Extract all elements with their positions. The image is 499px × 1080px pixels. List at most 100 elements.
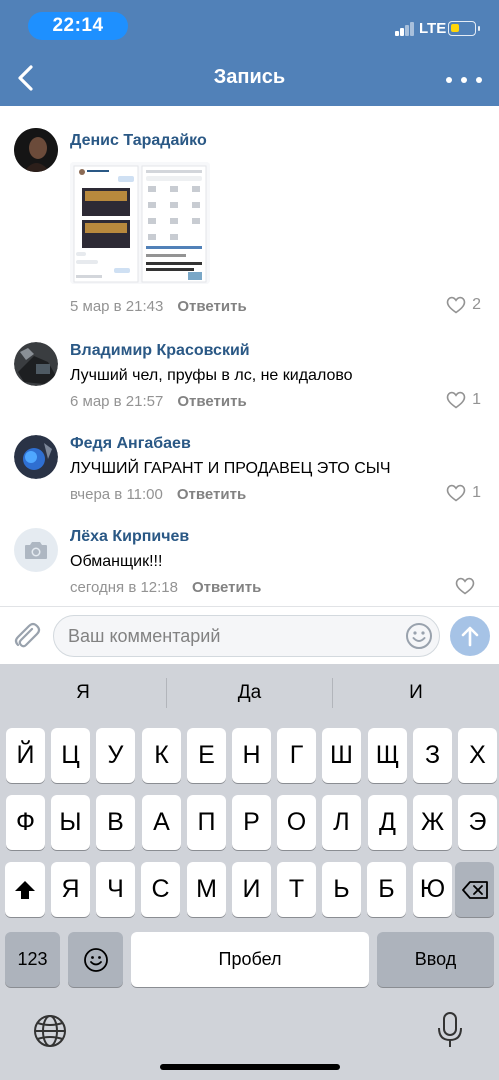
key-letter[interactable]: Г — [277, 728, 316, 783]
key-letter[interactable]: Ы — [51, 795, 90, 850]
avatar[interactable] — [14, 342, 58, 386]
key-space[interactable]: Пробел — [131, 932, 369, 987]
like-button[interactable]: 1 — [446, 391, 481, 409]
key-letter[interactable]: А — [142, 795, 181, 850]
comment-item: Денис Тарадайко 5 мар в 21:43 Ответить 2 — [0, 106, 499, 316]
attached-screenshot-image[interactable] — [70, 162, 210, 284]
suggestion-bar: Я Да И — [0, 664, 499, 722]
comment-text: Лучший чел, пруфы в лс, не кидалово — [70, 367, 353, 384]
key-letter[interactable]: Т — [277, 862, 316, 917]
key-letter[interactable]: К — [142, 728, 181, 783]
key-letter[interactable]: Д — [368, 795, 407, 850]
comment-time: сегодня в 12:18 — [70, 579, 178, 596]
comment-item: Федя Ангабаев ЛУЧШИЙ ГАРАНТ И ПРОДАВЕЦ Э… — [0, 409, 499, 503]
avatar[interactable] — [14, 128, 58, 172]
backspace-icon — [461, 880, 488, 899]
comment-author[interactable]: Денис Тарадайко — [70, 132, 207, 150]
key-backspace[interactable] — [455, 862, 494, 917]
key-letter[interactable]: Э — [458, 795, 497, 850]
comment-meta: 6 мар в 21:57 Ответить — [70, 393, 247, 410]
key-letter[interactable]: П — [187, 795, 226, 850]
status-bar: 22:14 LTE — [0, 0, 499, 50]
reply-button[interactable]: Ответить — [177, 393, 246, 410]
like-button[interactable] — [455, 577, 481, 595]
key-letter[interactable]: С — [141, 862, 180, 917]
home-indicator — [160, 1064, 340, 1070]
network-type: LTE — [419, 20, 447, 37]
heart-icon — [446, 391, 466, 409]
key-letter[interactable]: Ь — [322, 862, 361, 917]
comment-time: 5 мар в 21:43 — [70, 298, 164, 315]
like-count: 2 — [472, 296, 481, 313]
comment-author[interactable]: Владимир Красовский — [70, 342, 250, 360]
key-emoji[interactable] — [68, 932, 123, 987]
like-count: 1 — [472, 484, 481, 501]
key-letter[interactable]: М — [187, 862, 226, 917]
reply-button[interactable]: Ответить — [192, 579, 261, 596]
key-letter[interactable]: Ю — [413, 862, 452, 917]
key-letter[interactable]: Ч — [96, 862, 135, 917]
key-letter[interactable]: В — [96, 795, 135, 850]
key-letter[interactable]: Щ — [368, 728, 407, 783]
key-letter[interactable]: Ц — [51, 728, 90, 783]
shift-arrow-icon — [15, 880, 35, 899]
comment-time: вчера в 11:00 — [70, 486, 163, 503]
suggestion-item[interactable]: И — [333, 664, 499, 722]
like-count: 1 — [472, 391, 481, 408]
avatar[interactable] — [14, 528, 58, 572]
heart-icon — [446, 296, 466, 314]
suggestion-item[interactable]: Я — [0, 664, 166, 722]
key-letter[interactable]: Я — [51, 862, 90, 917]
comment-author[interactable]: Федя Ангабаев — [70, 435, 191, 453]
reply-button[interactable]: Ответить — [177, 486, 246, 503]
comment-text: Обманщик!!! — [70, 553, 163, 570]
key-letter[interactable]: Ш — [322, 728, 361, 783]
more-options-icon[interactable] — [446, 70, 482, 90]
heart-icon — [455, 577, 475, 595]
comment-item: Владимир Красовский Лучший чел, пруфы в … — [0, 316, 499, 410]
key-letter[interactable]: О — [277, 795, 316, 850]
like-button[interactable]: 2 — [446, 296, 481, 314]
attach-button[interactable] — [10, 619, 42, 651]
comment-text: ЛУЧШИЙ ГАРАНТ И ПРОДАВЕЦ ЭТО СЫЧ — [70, 460, 391, 477]
comment-meta: сегодня в 12:18 Ответить — [70, 579, 261, 596]
key-numbers[interactable]: 123 — [5, 932, 60, 987]
smiley-icon — [83, 947, 108, 972]
reply-button[interactable]: Ответить — [177, 298, 246, 315]
send-button[interactable] — [450, 616, 490, 656]
key-letter[interactable]: Б — [367, 862, 406, 917]
like-button[interactable]: 1 — [446, 484, 481, 502]
microphone-icon[interactable] — [434, 1010, 466, 1050]
comments-list: Денис Тарадайко 5 мар в 21:43 Ответить 2… — [0, 106, 499, 606]
suggestion-item[interactable]: Да — [167, 664, 332, 722]
signal-icon — [395, 22, 415, 36]
key-letter[interactable]: Ф — [6, 795, 45, 850]
key-letter[interactable]: Й — [6, 728, 45, 783]
comment-composer: Ваш комментарий — [0, 606, 499, 664]
key-letter[interactable]: У — [96, 728, 135, 783]
comment-time: 6 мар в 21:57 — [70, 393, 164, 410]
status-time: 22:14 — [28, 12, 128, 40]
comment-author[interactable]: Лёха Кирпичев — [70, 528, 189, 546]
key-letter[interactable]: Н — [232, 728, 271, 783]
key-return[interactable]: Ввод — [377, 932, 494, 987]
comment-input[interactable]: Ваш комментарий — [53, 615, 440, 657]
key-letter[interactable]: З — [413, 728, 452, 783]
key-letter[interactable]: Х — [458, 728, 497, 783]
key-shift[interactable] — [5, 862, 45, 917]
key-letter[interactable]: Е — [187, 728, 226, 783]
comment-item: Лёха Кирпичев Обманщик!!! сегодня в 12:1… — [0, 502, 499, 606]
paperclip-icon — [14, 622, 41, 648]
key-letter[interactable]: Л — [322, 795, 361, 850]
navigation-header: 22:14 LTE Запись — [0, 0, 499, 106]
comment-meta: 5 мар в 21:43 Ответить — [70, 298, 247, 315]
key-letter[interactable]: И — [232, 862, 271, 917]
globe-icon[interactable] — [31, 1012, 69, 1050]
key-letter[interactable]: Р — [232, 795, 271, 850]
heart-icon — [446, 484, 466, 502]
avatar[interactable] — [14, 435, 58, 479]
arrow-up-icon — [461, 626, 479, 647]
emoji-button[interactable] — [405, 622, 433, 650]
camera-icon — [25, 542, 47, 559]
key-letter[interactable]: Ж — [413, 795, 452, 850]
